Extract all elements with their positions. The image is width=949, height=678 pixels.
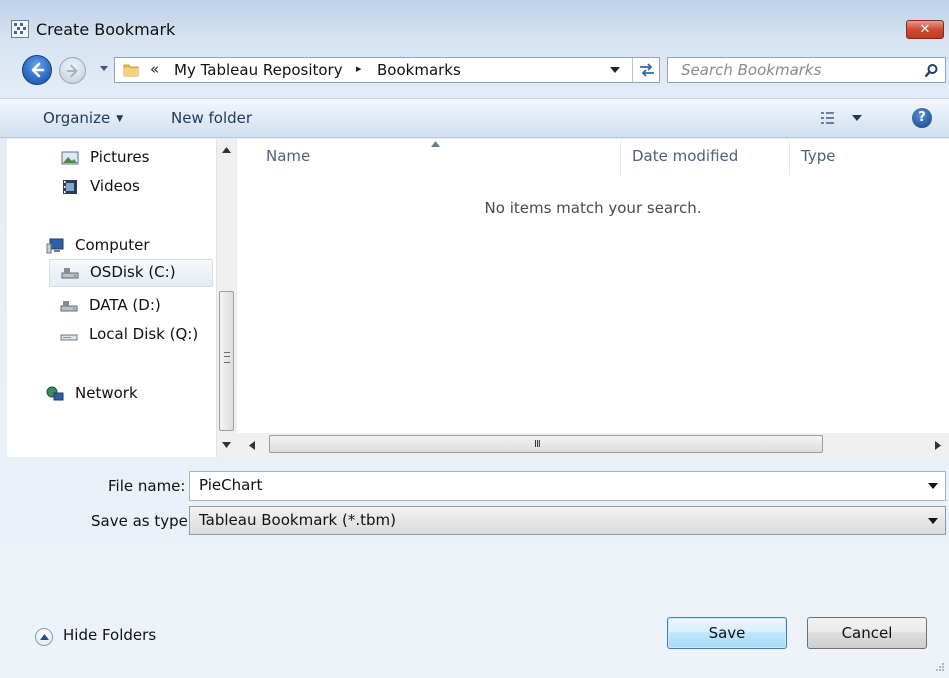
breadcrumb-my-tableau-repository[interactable]: My Tableau Repository [174, 61, 343, 79]
search-input[interactable]: Search Bookmarks [681, 61, 821, 79]
nav-scroll-thumb[interactable] [219, 291, 234, 431]
nav-item-videos[interactable]: Videos [61, 174, 211, 200]
pictures-icon [61, 151, 79, 165]
nav-label: DATA (D:) [89, 296, 161, 314]
search-icon[interactable] [924, 63, 939, 78]
nav-label: Pictures [90, 148, 150, 166]
column-header-date-modified[interactable]: Date modified [632, 147, 738, 165]
address-bar[interactable]: « My Tableau Repository ▸ Bookmarks [114, 57, 660, 83]
title-bar: Create Bookmark ✕ [0, 0, 949, 54]
back-button[interactable] [22, 55, 52, 85]
network-icon [46, 386, 64, 401]
column-divider[interactable] [620, 141, 621, 175]
scroll-left-icon[interactable] [249, 441, 255, 450]
videos-icon [63, 180, 77, 194]
nav-item-network[interactable]: Network [46, 381, 206, 407]
scroll-down-icon[interactable] [222, 442, 231, 448]
nav-item-computer[interactable]: Computer [46, 233, 216, 259]
nav-label: Network [75, 384, 138, 402]
nav-item-local-disk-q[interactable]: Local Disk (Q:) [60, 322, 220, 348]
nav-label: Computer [75, 236, 150, 254]
save-as-type-value: Tableau Bookmark (*.tbm) [199, 511, 396, 529]
scroll-up-icon[interactable] [222, 147, 231, 153]
nav-label: Videos [90, 177, 140, 195]
view-dropdown-icon[interactable] [852, 115, 862, 121]
scroll-right-icon[interactable] [935, 441, 941, 450]
nav-item-osdisk[interactable]: OSDisk (C:) [49, 259, 213, 287]
file-name-input[interactable]: PieChart [189, 471, 946, 501]
forward-button[interactable] [59, 57, 86, 84]
command-toolbar: Organize ▼ New folder ? [0, 98, 949, 138]
breadcrumb-bookmarks[interactable]: Bookmarks [377, 61, 461, 79]
create-bookmark-dialog: Create Bookmark ✕ « My Tableau Repositor… [0, 0, 949, 678]
overflow-crumbs[interactable]: « [150, 60, 159, 78]
save-as-type-label: Save as type: [91, 512, 193, 530]
navigation-pane[interactable]: Pictures Videos Computer OSDisk (C:) DAT… [7, 139, 236, 457]
window-title: Create Bookmark [36, 20, 176, 39]
file-list-horizontal-scrollbar[interactable]: III [237, 433, 949, 457]
file-list-scroll-thumb[interactable]: III [269, 435, 823, 453]
nav-pane-scrollbar[interactable] [216, 139, 236, 457]
chevron-down-icon[interactable] [928, 518, 938, 524]
recent-pages-dropdown-icon[interactable] [99, 65, 109, 73]
nav-item-data-drive[interactable]: DATA (D:) [60, 293, 210, 319]
breadcrumb-separator-icon[interactable]: ▸ [356, 62, 362, 75]
save-button[interactable]: Save [667, 617, 787, 649]
search-box[interactable]: Search Bookmarks [667, 57, 946, 83]
organize-menu[interactable]: Organize ▼ [43, 109, 123, 127]
chevron-down-icon: ▼ [116, 114, 124, 124]
collapse-icon [35, 628, 53, 646]
column-header-name[interactable]: Name [266, 147, 310, 165]
refresh-button[interactable] [632, 58, 661, 82]
sort-ascending-icon [431, 141, 440, 147]
removable-drive-icon [60, 334, 78, 341]
cancel-button[interactable]: Cancel [807, 617, 927, 649]
computer-icon [46, 238, 64, 254]
column-divider[interactable] [789, 141, 790, 175]
view-options-icon[interactable] [820, 110, 840, 126]
save-as-type-select[interactable]: Tableau Bookmark (*.tbm) [189, 506, 946, 535]
hide-folders-label: Hide Folders [63, 626, 157, 644]
organize-label: Organize [43, 109, 111, 127]
drive-icon [61, 268, 79, 279]
nav-item-pictures[interactable]: Pictures [61, 145, 211, 171]
close-button[interactable]: ✕ [906, 20, 944, 39]
file-name-dropdown-icon[interactable] [928, 483, 938, 489]
folder-icon [123, 64, 139, 77]
column-header-type[interactable]: Type [801, 147, 835, 165]
nav-label: Local Disk (Q:) [89, 325, 199, 343]
refresh-icon [640, 63, 654, 77]
resize-grip-icon[interactable] [935, 662, 945, 672]
drive-icon [60, 301, 78, 312]
nav-label: OSDisk (C:) [90, 263, 176, 281]
file-list[interactable]: Name Date modified Type No items match y… [237, 139, 949, 457]
file-name-label: File name: [108, 477, 186, 495]
file-name-value[interactable]: PieChart [199, 476, 262, 494]
app-icon [11, 20, 29, 38]
forward-arrow-icon [66, 64, 78, 78]
empty-state-message: No items match your search. [484, 199, 702, 217]
back-arrow-icon [31, 62, 45, 78]
new-folder-button[interactable]: New folder [171, 109, 252, 127]
help-button[interactable]: ? [912, 108, 932, 128]
address-dropdown-icon[interactable] [610, 67, 620, 74]
